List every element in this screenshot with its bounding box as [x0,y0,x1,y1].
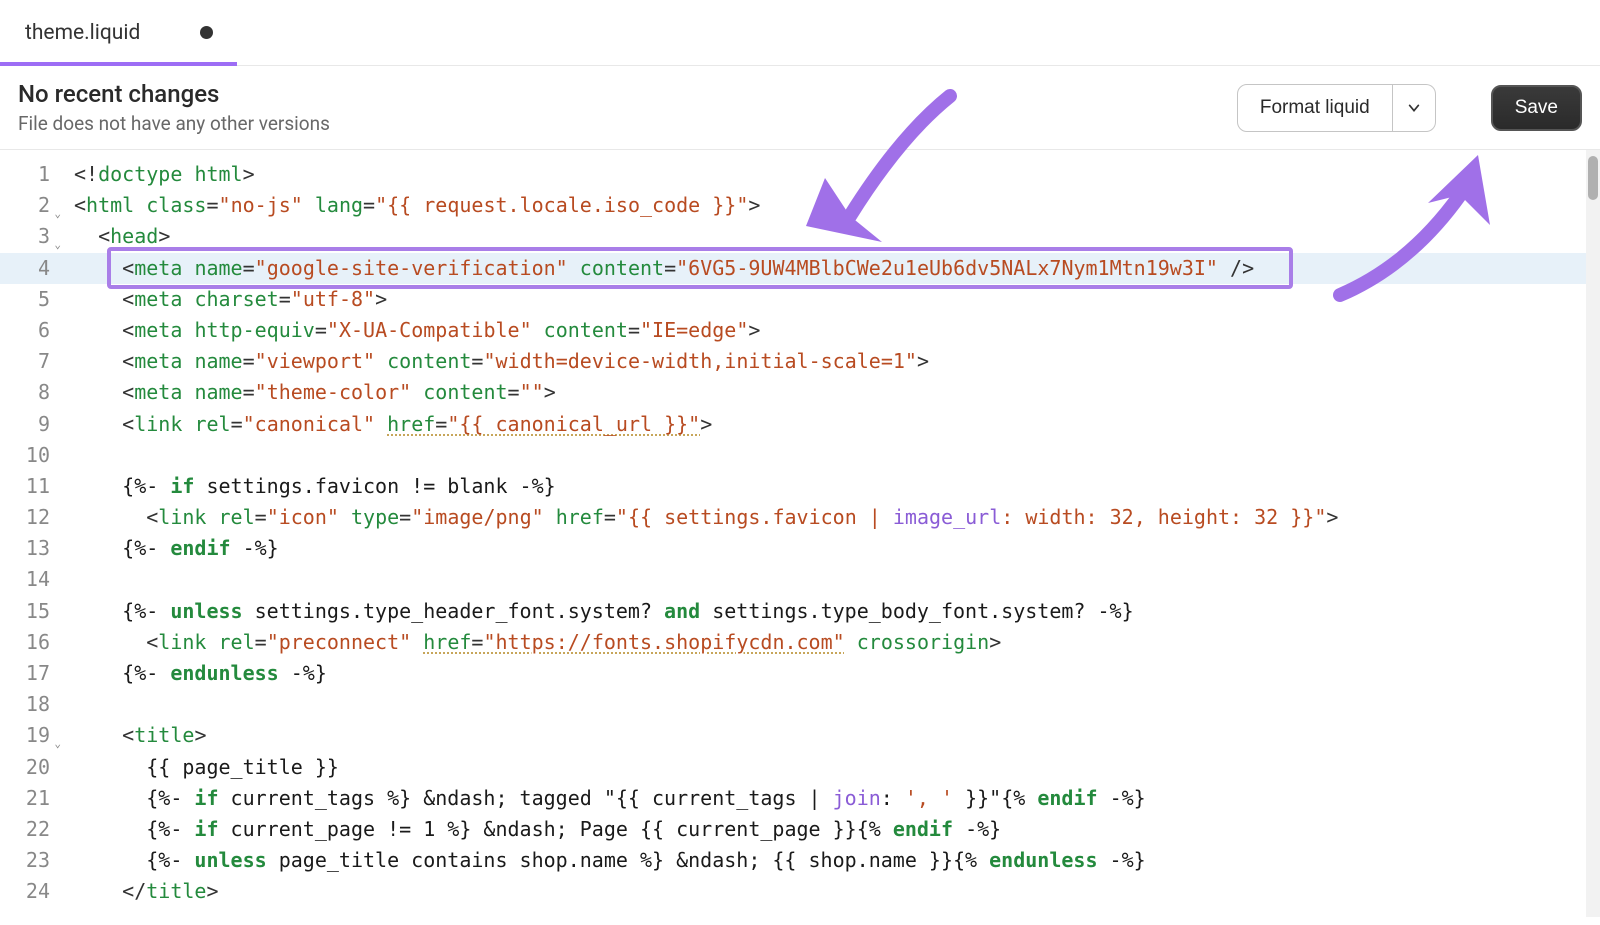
line-number: 3⌄ [0,221,50,252]
line-number: 13 [0,533,50,564]
code-line[interactable]: <html class="no-js" lang="{{ request.loc… [74,190,1600,221]
code-line[interactable]: {%- unless page_title contains shop.name… [74,845,1600,876]
line-number: 9 [0,409,50,440]
format-button-group: Format liquid [1237,84,1436,132]
tab-theme-liquid[interactable]: theme.liquid [25,0,213,65]
code-line[interactable]: <link rel="icon" type="image/png" href="… [74,502,1600,533]
code-line[interactable] [74,564,1600,595]
code-line[interactable]: {%- endunless -%} [74,658,1600,689]
line-number: 24 [0,876,50,907]
format-dropdown-button[interactable] [1393,84,1436,132]
line-number: 17 [0,658,50,689]
code-line[interactable]: <link rel="canonical" href="{{ canonical… [74,409,1600,440]
line-number: 2⌄ [0,190,50,221]
code-line[interactable]: <link rel="preconnect" href="https://fon… [74,627,1600,658]
line-number: 6 [0,315,50,346]
status-block: No recent changes File does not have any… [18,80,330,135]
code-line[interactable]: </title> [74,876,1600,907]
code-line[interactable]: {%- endif -%} [74,533,1600,564]
line-number: 4 [0,253,50,284]
code-line[interactable] [74,689,1600,720]
code-line[interactable]: <meta name="google-site-verification" co… [74,253,1600,284]
code-line[interactable]: {%- if current_tags %} &ndash; tagged "{… [74,783,1600,814]
chevron-down-icon [1407,101,1421,115]
code-line[interactable]: <meta http-equiv="X-UA-Compatible" conte… [74,315,1600,346]
dirty-indicator-icon [200,26,213,39]
tab-active-indicator [0,62,237,66]
toolbar-actions: Format liquid Save [1237,84,1582,132]
tab-filename: theme.liquid [25,21,140,45]
line-number: 11 [0,471,50,502]
code-line[interactable]: <meta name="viewport" content="width=dev… [74,346,1600,377]
code-line[interactable]: {%- if current_page != 1 %} &ndash; Page… [74,814,1600,845]
code-line[interactable]: <meta name="theme-color" content=""> [74,377,1600,408]
format-liquid-button[interactable]: Format liquid [1237,84,1393,132]
code-line[interactable]: <!doctype html> [74,159,1600,190]
line-number: 5 [0,284,50,315]
line-number: 12 [0,502,50,533]
line-number: 23 [0,845,50,876]
line-number: 20 [0,752,50,783]
line-number: 14 [0,564,50,595]
line-number: 15 [0,596,50,627]
line-number: 8 [0,377,50,408]
status-subtitle: File does not have any other versions [18,112,330,135]
code-line[interactable]: <title> [74,720,1600,751]
code-line[interactable]: {%- unless settings.type_header_font.sys… [74,596,1600,627]
code-line[interactable] [74,440,1600,471]
line-number: 22 [0,814,50,845]
code-line[interactable]: <head> [74,221,1600,252]
line-number: 10 [0,440,50,471]
status-title: No recent changes [18,80,330,108]
line-number: 21 [0,783,50,814]
line-number: 7 [0,346,50,377]
line-number: 16 [0,627,50,658]
code-content[interactable]: <!doctype html><html class="no-js" lang=… [60,150,1600,917]
line-number-gutter: 12⌄3⌄45678910111213141516171819⌄20212223… [0,150,60,917]
line-number: 1 [0,159,50,190]
line-number: 18 [0,689,50,720]
toolbar: No recent changes File does not have any… [0,66,1600,150]
save-button[interactable]: Save [1491,85,1582,131]
code-line[interactable]: <meta charset="utf-8"> [74,284,1600,315]
line-number: 19⌄ [0,720,50,751]
code-line[interactable]: {%- if settings.favicon != blank -%} [74,471,1600,502]
code-editor[interactable]: 12⌄3⌄45678910111213141516171819⌄20212223… [0,150,1600,917]
tab-bar: theme.liquid [0,0,1600,66]
code-line[interactable]: {{ page_title }} [74,752,1600,783]
